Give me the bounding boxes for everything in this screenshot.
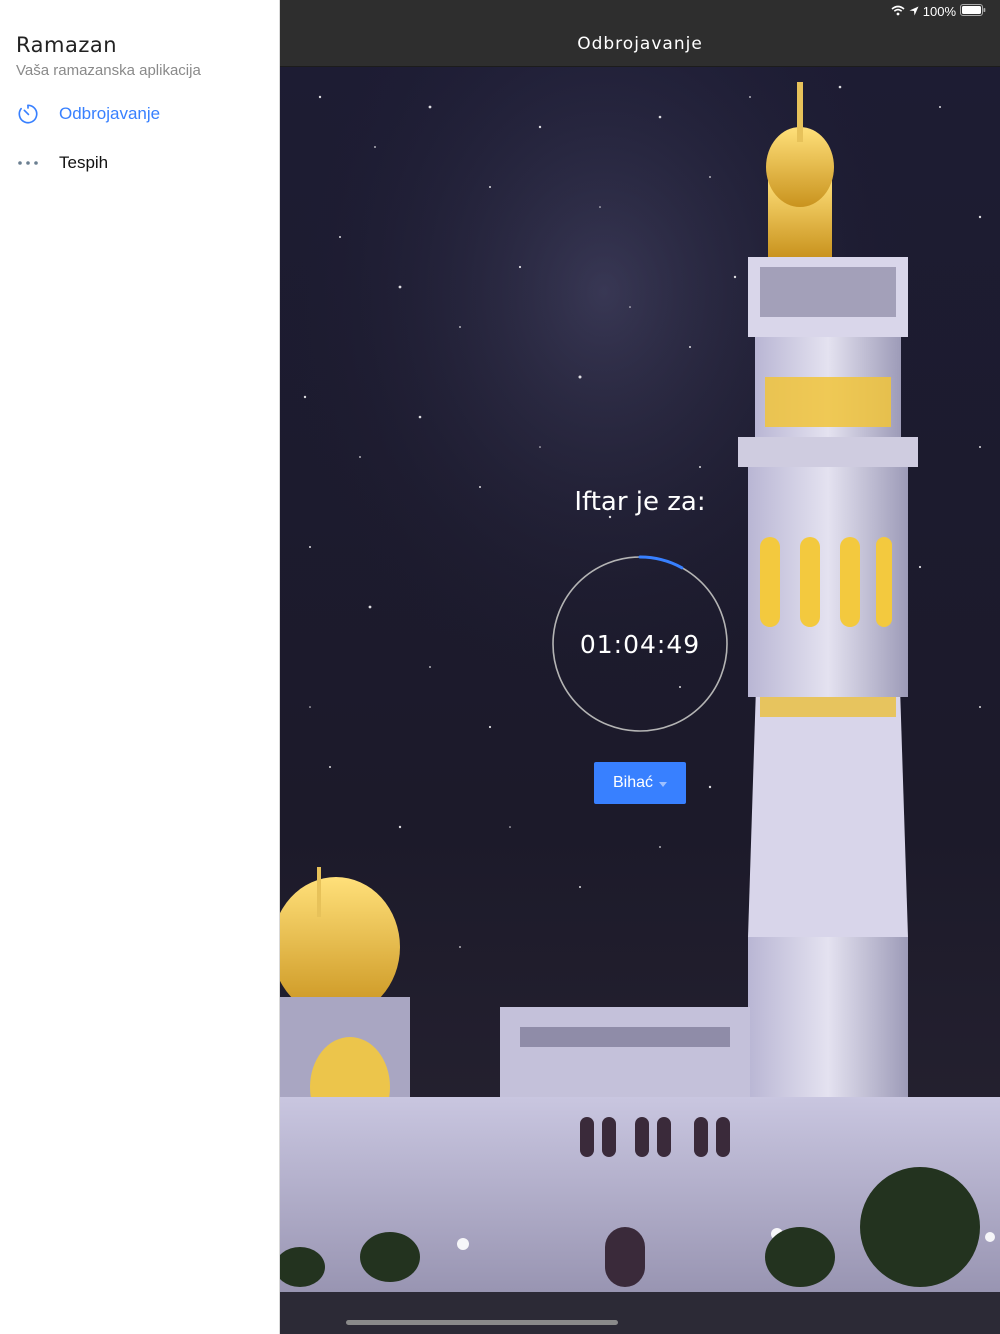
timer-icon: [16, 102, 40, 126]
app-subtitle: Vaša ramazanska aplikacija: [16, 62, 201, 79]
city-select-value: Bihać: [612, 774, 654, 791]
location-arrow-icon: [909, 4, 919, 19]
home-indicator: [346, 1320, 618, 1325]
status-bar: 100%: [280, 0, 1000, 22]
city-select-button[interactable]: Bihać: [594, 762, 686, 804]
menu-item-label: Tespih: [59, 153, 109, 172]
countdown-label: Iftar je za:: [574, 487, 706, 517]
ellipsis-icon: [16, 151, 40, 175]
side-menu: Ramazan Vaša ramazanska aplikacija Odbro…: [0, 0, 280, 1334]
menu-item-label: Odbrojavanje: [59, 104, 161, 123]
caret-down-icon: [659, 781, 668, 787]
page-title: Odbrojavanje: [577, 34, 703, 54]
menu-item-tespih[interactable]: Tespih: [0, 143, 279, 183]
countdown-timer: 01:04:49: [551, 555, 729, 733]
battery-percent: 100%: [922, 4, 956, 19]
menu-item-odbrojavanje[interactable]: Odbrojavanje: [0, 94, 279, 134]
main-content: 100% Odbrojavanje Iftar je za: 01:04:49 …: [280, 0, 1000, 1334]
toolbar: Odbrojavanje: [280, 22, 1000, 67]
countdown-time: 01:04:49: [579, 629, 701, 659]
app-title: Ramazan: [16, 33, 118, 57]
battery-icon: [960, 4, 986, 19]
wifi-icon: [891, 4, 905, 19]
